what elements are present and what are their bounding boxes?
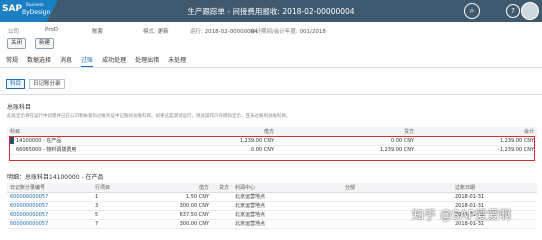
tab-general[interactable]: 常规: [6, 55, 18, 67]
credit-cell: 0.00 CNY: [277, 136, 417, 146]
subtab-journal-entries[interactable]: 日记账分录: [29, 79, 65, 89]
gl-section-title: 总账科目: [7, 104, 32, 111]
new-button[interactable]: 新建: [35, 38, 55, 49]
entry-link[interactable]: 600000000057: [7, 219, 92, 229]
watermark-text: 知乎 @SAP爱爱啊: [412, 208, 512, 222]
column-header-debit: 借方: [197, 127, 277, 137]
shell-bar: Business SAP ByDesign 生产跟踪单 - 间接费用报收: 20…: [0, 0, 542, 22]
tab-posting[interactable]: 过账: [81, 55, 94, 67]
subtab-accounts[interactable]: 科目: [6, 79, 26, 89]
segment-cell: [342, 192, 452, 202]
mode-field: 模式: 更新: [143, 29, 169, 35]
debit-cell: 300.00 CNY: [147, 219, 212, 229]
company-field: 公司: [8, 29, 20, 35]
detail-section-title: 明细：总账科目14100000 - 在产品: [7, 174, 104, 181]
column-header-segment: 分部: [342, 183, 452, 193]
column-header-account: 科目: [7, 127, 197, 137]
profit-center-cell: 北京运营地点: [232, 219, 342, 229]
column-header-amount: 会计: [417, 127, 537, 137]
row-selector[interactable]: [10, 146, 14, 153]
subtabs-divider: [0, 94, 542, 95]
tab-unprocessed[interactable]: 未处理: [168, 55, 186, 67]
credit-cell: [212, 201, 232, 211]
sub-tabs: 科目 日记账分录: [6, 79, 65, 89]
tab-data-selection[interactable]: 数据选择: [27, 55, 51, 67]
column-header-debit: 借方: [147, 183, 212, 193]
accounts-label: 账套: [92, 29, 104, 35]
debit-cell: 1.50 CNY: [147, 192, 212, 202]
account-cell: 66065000 - 物料调拨费用: [7, 145, 197, 155]
amount-cell: 1,239.00 CNY: [417, 136, 537, 146]
entry-link[interactable]: 600000000057: [7, 201, 92, 211]
debit-cell: 300.00 CNY: [147, 201, 212, 211]
close-button[interactable]: 关闭: [7, 38, 27, 49]
amount-cell: -1,239.00 CNY: [417, 145, 537, 155]
gl-section-hint: 此处显示将在运行中创建并已在公司和帐套的过账凭证中记账的总账科目。如果这是测试运…: [7, 114, 291, 119]
page-title: 生产跟踪单 - 间接费用报收: 2018-02-00000004: [187, 7, 355, 16]
line-cell: 5: [92, 210, 147, 220]
help-icon[interactable]: ?: [506, 4, 520, 18]
tab-success[interactable]: 成功处理: [102, 55, 126, 67]
debit-cell: 1,239.00 CNY: [197, 136, 277, 146]
column-header-posting-date: 过账日期: [452, 183, 537, 193]
column-header-credit: 贷方: [277, 127, 417, 137]
profit-center-cell: 北京运营地点: [232, 201, 342, 211]
posting-date-cell: 2018-01-31: [452, 192, 537, 202]
credit-cell: 1,239.00 CNY: [277, 145, 417, 155]
column-header-line: 行项目: [92, 183, 147, 193]
table-header-row: 科目 借方 贷方 会计: [7, 127, 537, 137]
main-tabs: 常规 数据选择 消息 过账 成功处理 处理出错 未处理: [6, 55, 186, 67]
account-cell: 14100000 - 在产品: [7, 136, 197, 146]
tab-errors[interactable]: 处理出错: [135, 55, 159, 67]
line-cell: 3: [92, 201, 147, 211]
table-row[interactable]: 66065000 - 物料调拨费用 0.00 CNY 1,239.00 CNY …: [7, 145, 537, 155]
avatar[interactable]: [521, 2, 539, 20]
line-cell: 7: [92, 219, 147, 229]
row-selector[interactable]: [10, 137, 14, 144]
tab-messages[interactable]: 消息: [60, 55, 72, 67]
credit-cell: [212, 210, 232, 220]
credit-cell: [212, 219, 232, 229]
column-header-credit: 贷方: [212, 183, 232, 193]
table-row[interactable]: 600000000057 1 1.50 CNY 北京运营地点 2018-01-3…: [7, 192, 537, 202]
table-header-row: 日记账分录编号 行项目 借方 贷方 利润中心 分部 过账日期: [7, 183, 537, 193]
credit-cell: [212, 192, 232, 202]
column-header-entry: 日记账分录编号: [7, 183, 92, 193]
profit-center-cell: 北京运营地点: [232, 192, 342, 202]
period-field: 会计期间/会计年度: 001/2018: [250, 29, 326, 35]
profit-center-cell: 北京运营地点: [232, 210, 342, 220]
company-value-field: ProD: [45, 27, 58, 33]
column-header-profit-center: 利润中心: [232, 183, 342, 193]
search-icon[interactable]: ⌕: [464, 3, 480, 19]
tabs-divider: [0, 67, 542, 68]
run-field: 运行: 2018-02-00000004: [190, 29, 258, 35]
debit-cell: 0.00 CNY: [197, 145, 277, 155]
entry-link[interactable]: 600000000057: [7, 210, 92, 220]
table-row[interactable]: 14100000 - 在产品 1,239.00 CNY 0.00 CNY 1,2…: [7, 136, 537, 146]
line-cell: 1: [92, 192, 147, 202]
entry-link[interactable]: 600000000057: [7, 192, 92, 202]
debit-cell: 637.50 CNY: [147, 210, 212, 220]
gl-accounts-table: 科目 借方 贷方 会计 14100000 - 在产品 1,239.00 CNY …: [7, 127, 537, 155]
